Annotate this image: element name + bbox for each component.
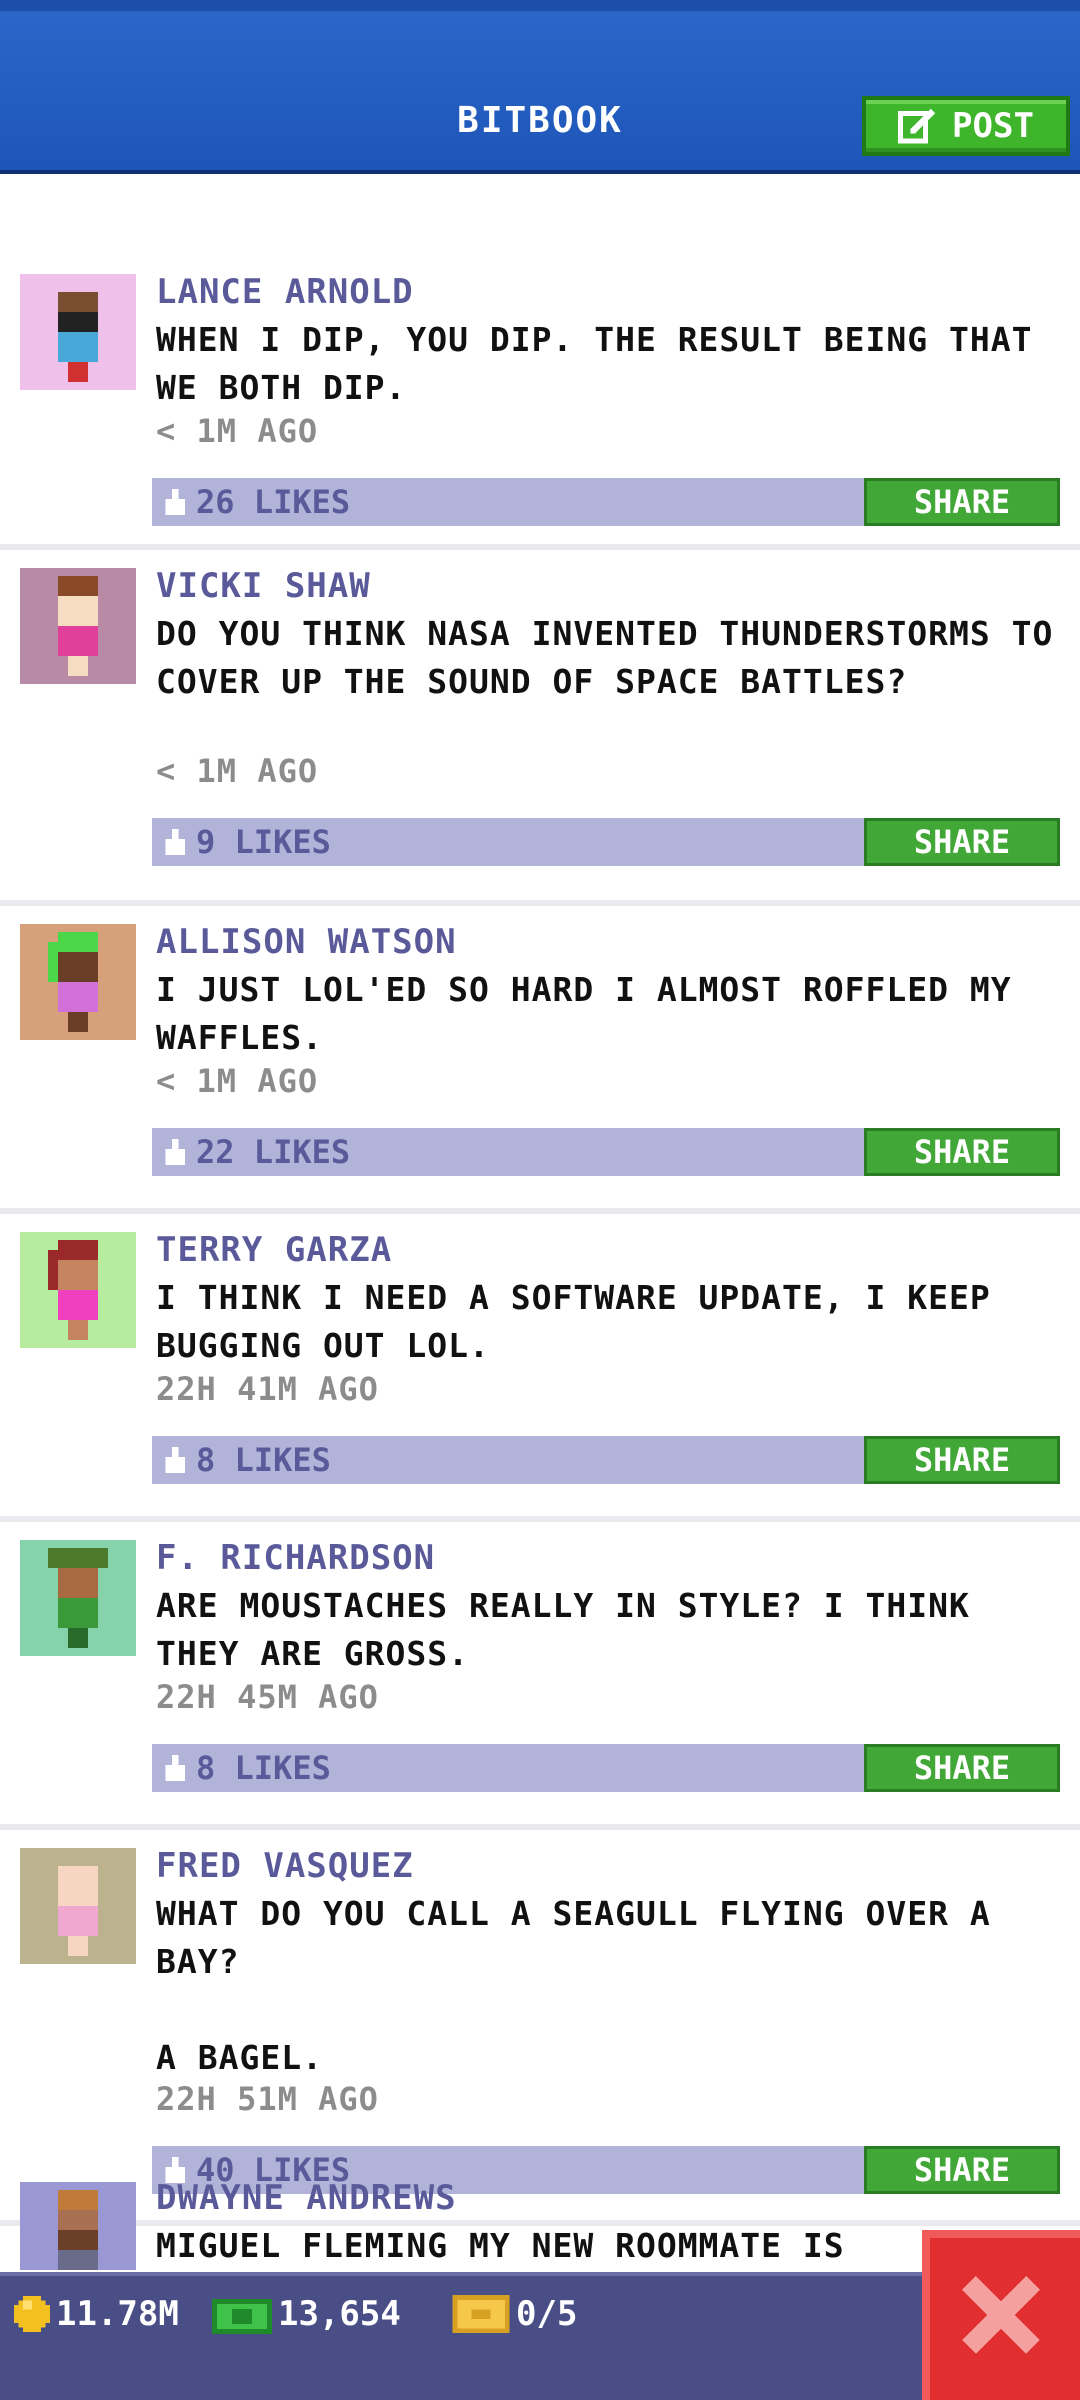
post-author[interactable]: FRED VASQUEZ — [156, 1846, 414, 1886]
avatar[interactable] — [20, 2182, 136, 2270]
like-count: 26 LIKES — [196, 483, 351, 521]
avatar[interactable] — [20, 274, 136, 390]
thumbs-up-icon — [165, 829, 185, 855]
post-author[interactable]: TERRY GARZA — [156, 1230, 392, 1270]
app-header: BITBOOK POST — [0, 0, 1080, 174]
feed-post: FRED VASQUEZ WHAT DO YOU CALL A SEAGULL … — [0, 1846, 1080, 2226]
like-bar[interactable]: 22 LIKES — [152, 1128, 864, 1176]
like-bar[interactable]: 26 LIKES — [152, 478, 864, 526]
feed-post: DWAYNE ANDREWS MIGUEL FLEMING MY NEW ROO… — [0, 2170, 1080, 2270]
post-text: DO YOU THINK NASA INVENTED THUNDERSTORMS… — [156, 614, 1054, 701]
tickets-stat: 0/5 — [452, 2294, 577, 2334]
share-button[interactable]: SHARE — [864, 1744, 1060, 1792]
share-button[interactable]: SHARE — [864, 478, 1060, 526]
coins-stat: 11.78M — [14, 2294, 179, 2334]
share-button[interactable]: SHARE — [864, 818, 1060, 866]
post-text: WHAT DO YOU CALL A SEAGULL FLYING OVER A… — [156, 1894, 991, 2077]
like-count: 8 LIKES — [196, 1441, 331, 1479]
post-author[interactable]: F. RICHARDSON — [156, 1538, 435, 1578]
like-count: 22 LIKES — [196, 1133, 351, 1171]
bux-icon — [212, 2299, 272, 2334]
thumbs-up-icon — [165, 1139, 185, 1165]
post-time: < 1M AGO — [156, 412, 319, 450]
post-button[interactable]: POST — [862, 96, 1070, 156]
post-time: 22H 51M AGO — [156, 2080, 379, 2118]
post-author[interactable]: DWAYNE ANDREWS — [156, 2178, 457, 2218]
post-author[interactable]: LANCE ARNOLD — [156, 272, 414, 312]
coins-value: 11.78M — [56, 2294, 179, 2334]
status-bar: 11.78M 13,654 0/5 — [0, 2272, 1080, 2400]
coin-icon — [14, 2296, 50, 2332]
feed-post: F. RICHARDSON ARE MOUSTACHES REALLY IN S… — [0, 1538, 1080, 1830]
avatar[interactable] — [20, 568, 136, 684]
edit-icon — [898, 108, 936, 144]
share-button[interactable]: SHARE — [864, 1128, 1060, 1176]
like-bar[interactable]: 8 LIKES — [152, 1436, 864, 1484]
post-text: ARE MOUSTACHES REALLY IN STYLE? I THINK … — [156, 1586, 970, 1673]
feed-post: TERRY GARZA I THINK I NEED A SOFTWARE UP… — [0, 1230, 1080, 1522]
feed-post: ALLISON WATSON I JUST LOL'ED SO HARD I A… — [0, 922, 1080, 1214]
avatar[interactable] — [20, 1848, 136, 1964]
post-time: < 1M AGO — [156, 752, 319, 790]
share-button[interactable]: SHARE — [864, 1436, 1060, 1484]
avatar[interactable] — [20, 1232, 136, 1348]
post-time: < 1M AGO — [156, 1062, 319, 1100]
ticket-icon — [452, 2295, 510, 2333]
bux-stat: 13,654 — [212, 2294, 401, 2334]
post-author[interactable]: ALLISON WATSON — [156, 922, 457, 962]
like-count: 9 LIKES — [196, 823, 331, 861]
feed-post: LANCE ARNOLD WHEN I DIP, YOU DIP. THE RE… — [0, 272, 1080, 550]
thumbs-up-icon — [165, 1447, 185, 1473]
tickets-value: 0/5 — [516, 2294, 578, 2334]
like-count: 8 LIKES — [196, 1749, 331, 1787]
feed-post: VICKI SHAW DO YOU THINK NASA INVENTED TH… — [0, 566, 1080, 906]
close-icon — [962, 2276, 1040, 2354]
avatar[interactable] — [20, 924, 136, 1040]
close-button[interactable] — [922, 2230, 1080, 2400]
post-text: WHEN I DIP, YOU DIP. THE RESULT BEING TH… — [156, 320, 1033, 407]
feed-list[interactable]: LANCE ARNOLD WHEN I DIP, YOU DIP. THE RE… — [0, 272, 1080, 2226]
post-time: 22H 41M AGO — [156, 1370, 379, 1408]
post-text: I JUST LOL'ED SO HARD I ALMOST ROFFLED M… — [156, 970, 1012, 1057]
avatar[interactable] — [20, 1540, 136, 1656]
post-text: I THINK I NEED A SOFTWARE UPDATE, I KEEP… — [156, 1278, 991, 1365]
like-bar[interactable]: 9 LIKES — [152, 818, 864, 866]
thumbs-up-icon — [165, 1755, 185, 1781]
post-button-label: POST — [952, 106, 1034, 146]
like-bar[interactable]: 8 LIKES — [152, 1744, 864, 1792]
bux-value: 13,654 — [278, 2294, 401, 2334]
thumbs-up-icon — [165, 489, 185, 515]
post-author[interactable]: VICKI SHAW — [156, 566, 371, 606]
post-time: 22H 45M AGO — [156, 1678, 379, 1716]
